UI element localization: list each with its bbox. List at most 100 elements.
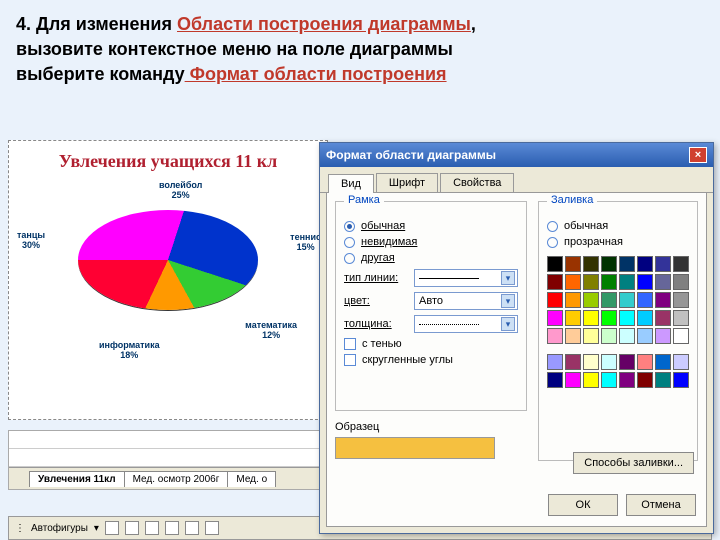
- color-swatch[interactable]: [565, 274, 581, 290]
- color-swatch[interactable]: [601, 310, 617, 326]
- frame-group: Рамка обычная невидимая другая тип линии…: [335, 201, 527, 411]
- color-swatch[interactable]: [583, 372, 599, 388]
- color-swatch[interactable]: [619, 274, 635, 290]
- checkbox-rounded[interactable]: [344, 354, 356, 366]
- color-swatch[interactable]: [673, 328, 689, 344]
- color-swatch[interactable]: [637, 274, 653, 290]
- color-swatch[interactable]: [583, 310, 599, 326]
- autoshapes-menu[interactable]: Автофигуры: [31, 523, 88, 534]
- color-swatch[interactable]: [547, 310, 563, 326]
- color-swatch[interactable]: [673, 256, 689, 272]
- sheet-tab[interactable]: Мед. о: [227, 471, 276, 487]
- color-swatch[interactable]: [601, 256, 617, 272]
- color-swatch[interactable]: [583, 256, 599, 272]
- dialog-panel: Рамка обычная невидимая другая тип линии…: [326, 193, 707, 527]
- color-swatch[interactable]: [601, 372, 617, 388]
- color-palette: [547, 256, 689, 344]
- color-swatch[interactable]: [547, 354, 563, 370]
- ok-button[interactable]: ОК: [548, 494, 618, 516]
- color-swatch[interactable]: [583, 354, 599, 370]
- chart-plot-area[interactable]: Увлечения учащихся 11 кл танцы30% волейб…: [8, 140, 328, 420]
- color-swatch[interactable]: [565, 256, 581, 272]
- radio-frame-invisible[interactable]: [344, 237, 355, 248]
- radio-fill-normal[interactable]: [547, 221, 558, 232]
- color-swatch[interactable]: [637, 372, 653, 388]
- color-swatch[interactable]: [601, 274, 617, 290]
- color-swatch[interactable]: [673, 310, 689, 326]
- radio-fill-transparent[interactable]: [547, 237, 558, 248]
- color-swatch[interactable]: [601, 292, 617, 308]
- color-swatch[interactable]: [619, 310, 635, 326]
- chevron-down-icon: ▾: [501, 294, 515, 308]
- color-swatch[interactable]: [655, 256, 671, 272]
- label-volley: волейбол25%: [159, 181, 202, 201]
- wordart-icon[interactable]: [205, 521, 219, 535]
- color-swatch[interactable]: [547, 274, 563, 290]
- draw-menu-icon[interactable]: ⋮: [15, 523, 25, 534]
- color-swatch[interactable]: [547, 372, 563, 388]
- tab-props[interactable]: Свойства: [440, 173, 514, 192]
- fill-methods-button[interactable]: Способы заливки...: [573, 452, 694, 474]
- label-tennis: теннис15%: [290, 233, 321, 253]
- color-swatch[interactable]: [655, 354, 671, 370]
- color-swatch[interactable]: [655, 292, 671, 308]
- color-swatch[interactable]: [565, 292, 581, 308]
- chart-title: Увлечения учащихся 11 кл: [9, 141, 327, 172]
- arrow-icon[interactable]: [125, 521, 139, 535]
- color-swatch[interactable]: [619, 372, 635, 388]
- color-swatch[interactable]: [619, 328, 635, 344]
- close-icon[interactable]: ×: [689, 147, 707, 163]
- radio-frame-normal[interactable]: [344, 221, 355, 232]
- textbox-icon[interactable]: [185, 521, 199, 535]
- dialog-titlebar[interactable]: Формат области диаграммы ×: [320, 143, 713, 167]
- color-select[interactable]: Авто▾: [414, 292, 518, 310]
- color-swatch[interactable]: [547, 328, 563, 344]
- tab-view[interactable]: Вид: [328, 174, 374, 193]
- color-swatch[interactable]: [637, 354, 653, 370]
- color-swatch[interactable]: [547, 256, 563, 272]
- color-swatch[interactable]: [565, 328, 581, 344]
- color-swatch[interactable]: [619, 354, 635, 370]
- color-swatch[interactable]: [583, 328, 599, 344]
- color-swatch[interactable]: [637, 256, 653, 272]
- color-swatch[interactable]: [655, 328, 671, 344]
- color-swatch[interactable]: [565, 354, 581, 370]
- color-swatch[interactable]: [673, 274, 689, 290]
- color-swatch[interactable]: [619, 256, 635, 272]
- color-swatch[interactable]: [655, 372, 671, 388]
- instruction-text: 4. Для изменения Области построения диаг…: [0, 0, 720, 96]
- color-swatch[interactable]: [583, 292, 599, 308]
- dialog-tabs: Вид Шрифт Свойства: [320, 167, 713, 193]
- color-swatch[interactable]: [583, 274, 599, 290]
- sheet-tab[interactable]: Увлечения 11кл: [29, 471, 125, 487]
- color-swatch[interactable]: [673, 292, 689, 308]
- frame-group-title: Рамка: [344, 194, 384, 206]
- color-swatch[interactable]: [673, 354, 689, 370]
- oval-icon[interactable]: [165, 521, 179, 535]
- color-swatch[interactable]: [637, 292, 653, 308]
- weight-select[interactable]: ▾: [414, 315, 518, 333]
- rect-icon[interactable]: [145, 521, 159, 535]
- linetype-select[interactable]: ▾: [414, 269, 518, 287]
- color-swatch[interactable]: [601, 328, 617, 344]
- radio-frame-other[interactable]: [344, 253, 355, 264]
- color-swatch[interactable]: [565, 372, 581, 388]
- fill-group: Заливка обычная прозрачная: [538, 201, 698, 461]
- color-swatch[interactable]: [637, 328, 653, 344]
- line-icon[interactable]: [105, 521, 119, 535]
- color-swatch[interactable]: [655, 310, 671, 326]
- color-swatch[interactable]: [601, 354, 617, 370]
- sample-preview: [335, 437, 495, 459]
- color-swatch[interactable]: [673, 372, 689, 388]
- sheet-tab[interactable]: Мед. осмотр 2006г: [124, 471, 229, 487]
- color-swatch[interactable]: [565, 310, 581, 326]
- chevron-down-icon: ▾: [501, 271, 515, 285]
- label-info: информатика18%: [99, 341, 160, 361]
- tab-font[interactable]: Шрифт: [376, 173, 438, 192]
- color-swatch[interactable]: [547, 292, 563, 308]
- cancel-button[interactable]: Отмена: [626, 494, 696, 516]
- color-swatch[interactable]: [619, 292, 635, 308]
- checkbox-shadow[interactable]: [344, 338, 356, 350]
- color-swatch[interactable]: [637, 310, 653, 326]
- color-swatch[interactable]: [655, 274, 671, 290]
